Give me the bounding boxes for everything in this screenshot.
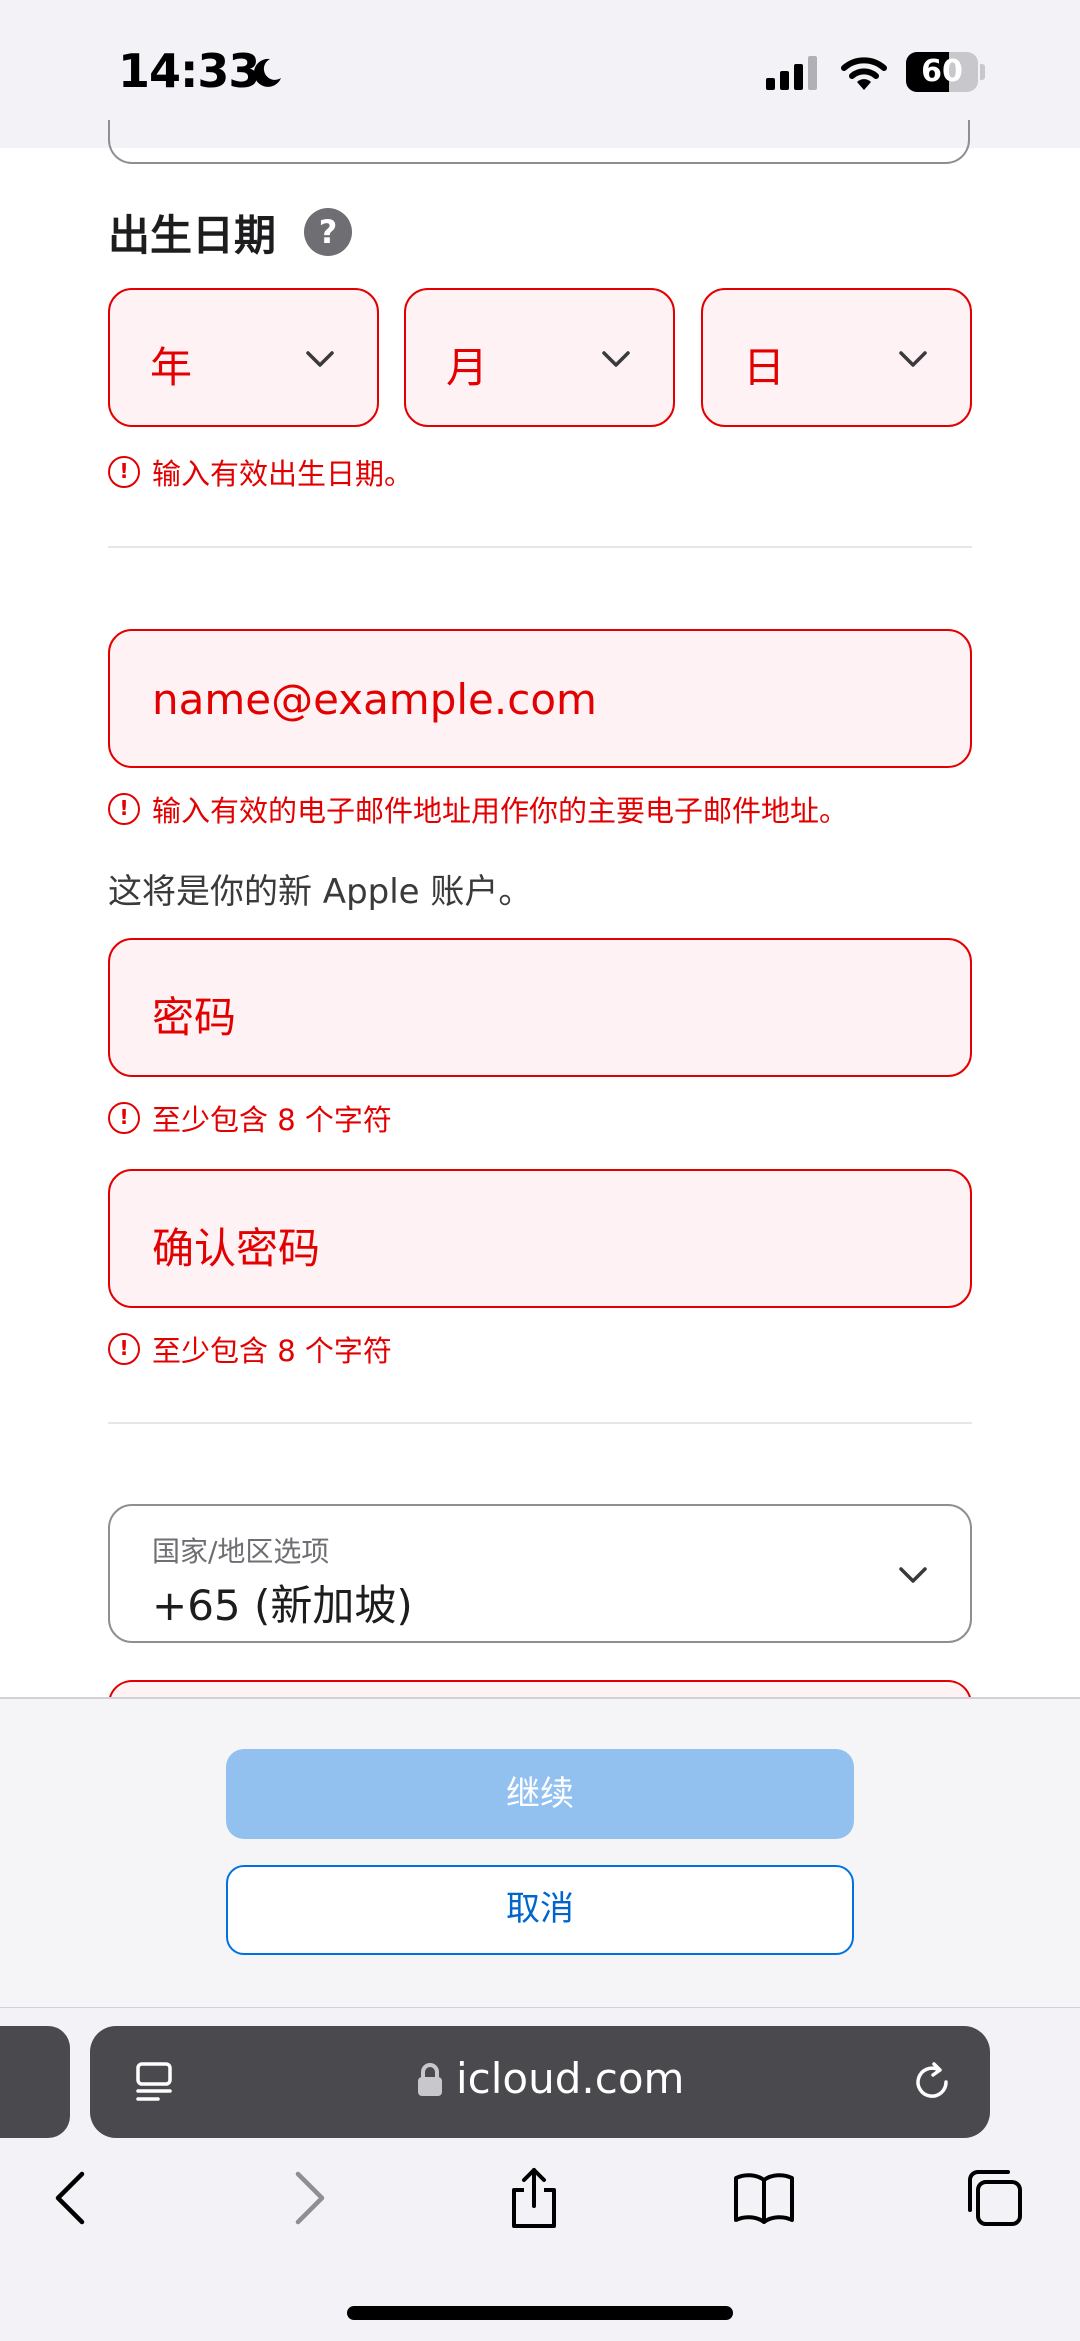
bookmarks-icon[interactable] xyxy=(732,2166,796,2230)
reload-icon[interactable] xyxy=(910,2060,954,2104)
error-icon: ! xyxy=(108,1333,140,1365)
share-icon[interactable] xyxy=(502,2166,566,2230)
battery-icon: 60 xyxy=(906,52,978,92)
month-select-label: 月 xyxy=(446,343,489,392)
home-indicator[interactable] xyxy=(347,2306,733,2320)
status-time: 14:33 xyxy=(118,44,260,98)
error-icon: ! xyxy=(108,1102,140,1134)
password-error-text: 至少包含 8 个字符 xyxy=(152,1103,392,1137)
help-icon[interactable]: ? xyxy=(304,208,352,256)
chevron-down-icon xyxy=(306,351,334,367)
battery-cap xyxy=(980,64,985,80)
previous-field-edge[interactable] xyxy=(108,120,970,164)
country-caption: 国家/地区选项 xyxy=(152,1535,330,1568)
birthdate-error: ! 输入有效出生日期。 xyxy=(108,452,413,492)
signal-icon xyxy=(766,56,817,90)
action-panel: 继续 取消 xyxy=(0,1697,1080,2007)
country-value: +65 (新加坡) xyxy=(152,1581,413,1630)
cancel-button[interactable]: 取消 xyxy=(226,1865,854,1955)
birthdate-label: 出生日期 xyxy=(108,211,277,260)
section-divider xyxy=(108,1422,972,1424)
continue-button[interactable]: 继续 xyxy=(226,1749,854,1839)
year-select-label: 年 xyxy=(150,343,193,392)
password-placeholder: 密码 xyxy=(152,993,237,1042)
moon-icon xyxy=(253,58,281,87)
year-select[interactable]: 年 xyxy=(108,288,379,427)
browser-toolbar: icloud.com xyxy=(0,2007,1080,2341)
confirm-password-error: ! 至少包含 8 个字符 xyxy=(108,1329,392,1369)
confirm-password-field[interactable]: 确认密码 xyxy=(108,1169,972,1308)
back-icon[interactable] xyxy=(40,2166,104,2230)
error-icon: ! xyxy=(108,793,140,825)
lock-icon xyxy=(418,2063,442,2096)
month-select[interactable]: 月 xyxy=(404,288,675,427)
forward-icon[interactable] xyxy=(276,2166,340,2230)
reader-icon[interactable] xyxy=(132,2060,176,2104)
chevron-down-icon xyxy=(602,351,630,367)
wifi-icon xyxy=(841,57,887,90)
email-error: ! 输入有效的电子邮件地址用作你的主要电子邮件地址。 xyxy=(108,789,848,829)
password-error: ! 至少包含 8 个字符 xyxy=(108,1098,392,1138)
address-bar[interactable]: icloud.com xyxy=(90,2026,990,2138)
previous-tab[interactable] xyxy=(0,2026,70,2138)
day-select[interactable]: 日 xyxy=(701,288,972,427)
birthdate-error-text: 输入有效出生日期。 xyxy=(152,457,414,491)
email-error-text: 输入有效的电子邮件地址用作你的主要电子邮件地址。 xyxy=(152,794,849,828)
confirm-password-error-text: 至少包含 8 个字符 xyxy=(152,1334,392,1368)
battery-level: 60 xyxy=(921,54,963,89)
url-text: icloud.com xyxy=(456,2054,685,2103)
chevron-down-icon xyxy=(899,1567,927,1583)
confirm-password-placeholder: 确认密码 xyxy=(152,1224,321,1273)
email-field[interactable]: name@example.com xyxy=(108,629,972,768)
country-code-select[interactable]: 国家/地区选项 +65 (新加坡) xyxy=(108,1504,972,1643)
apple-account-note: 这将是你的新 Apple 账户。 xyxy=(108,872,533,912)
email-placeholder: name@example.com xyxy=(152,675,597,724)
day-select-label: 日 xyxy=(743,343,786,392)
chevron-down-icon xyxy=(899,351,927,367)
password-field[interactable]: 密码 xyxy=(108,938,972,1077)
error-icon: ! xyxy=(108,456,140,488)
section-divider xyxy=(108,546,972,548)
tabs-icon[interactable] xyxy=(962,2166,1026,2230)
